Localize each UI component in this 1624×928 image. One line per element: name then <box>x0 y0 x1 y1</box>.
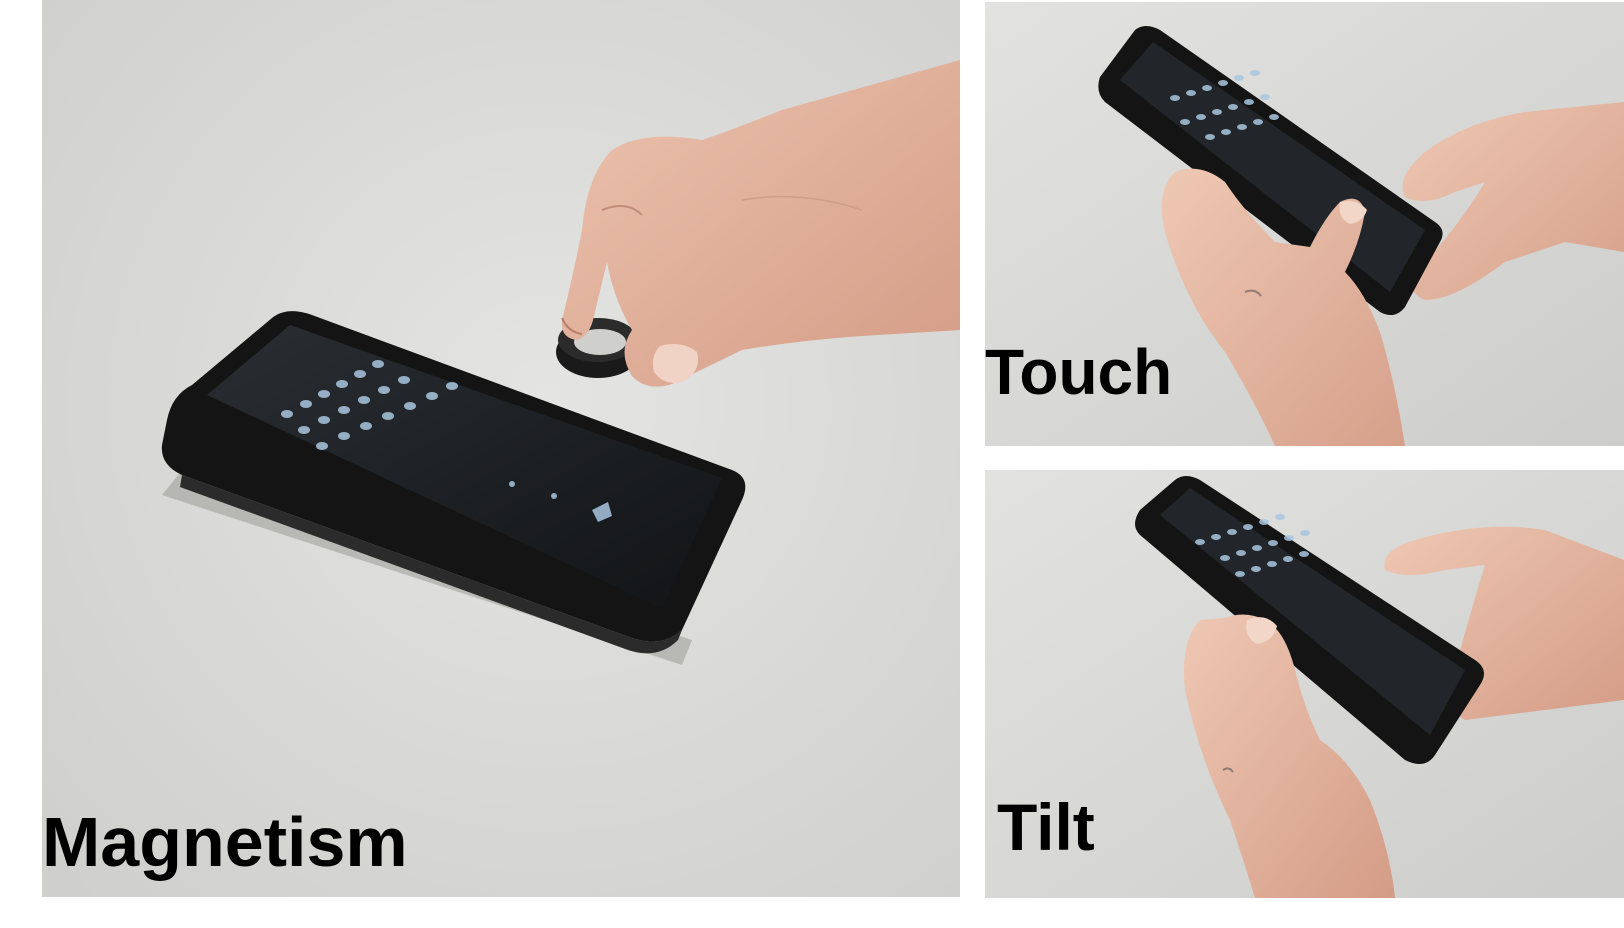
tilt-label: Tilt <box>997 790 1095 864</box>
touch-photo-panel: Touch <box>985 2 1624 446</box>
magnetism-photo-panel: Magnetism <box>42 0 960 897</box>
figure: Magnetism Touch Tilt <box>0 0 1624 928</box>
tilt-photo-panel: Tilt <box>985 470 1624 898</box>
touch-label: Touch <box>985 336 1173 408</box>
magnetism-photo <box>42 0 960 897</box>
magnetism-label: Magnetism <box>42 803 408 881</box>
